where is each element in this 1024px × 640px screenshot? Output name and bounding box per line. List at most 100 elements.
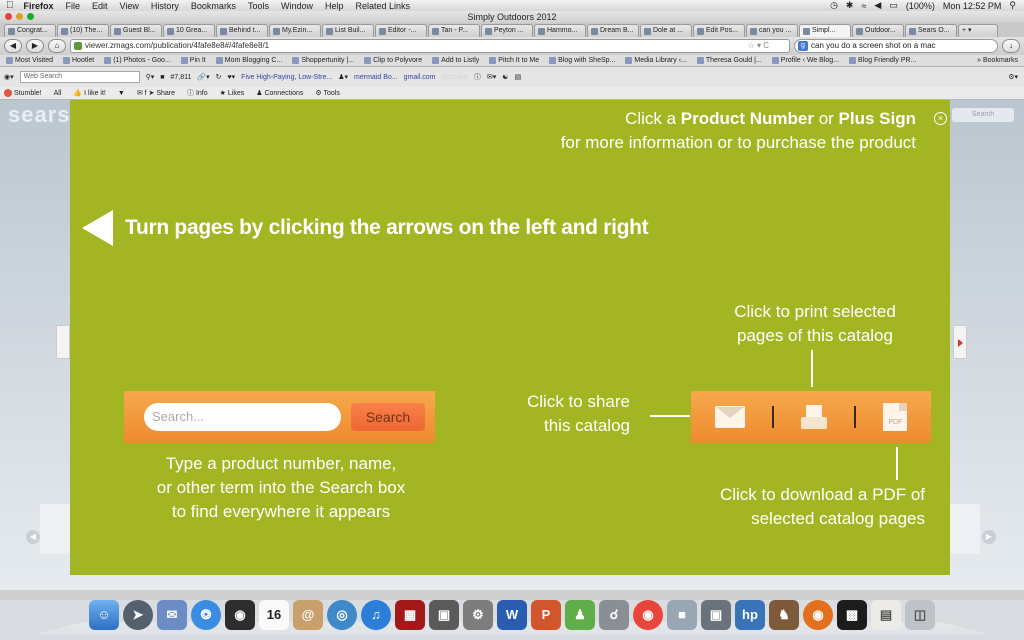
facetime-icon[interactable]: ◉ xyxy=(225,600,255,630)
apple-menu-icon[interactable]:  xyxy=(6,0,14,11)
help-overlay[interactable]: × Click a Product Number or Plus Sign fo… xyxy=(70,100,950,575)
page-icon[interactable]: ▤ xyxy=(515,73,522,81)
background-search-button[interactable]: Search xyxy=(952,108,1014,122)
word-icon[interactable]: W xyxy=(497,600,527,630)
menu-window[interactable]: Window xyxy=(281,1,313,11)
person-icon[interactable]: ♟▾ xyxy=(338,73,348,81)
next-page-arrow[interactable] xyxy=(953,325,967,359)
documents-folder-icon[interactable]: ▤ xyxy=(871,600,901,630)
launchpad-icon[interactable]: ➤ xyxy=(123,600,153,630)
tab[interactable]: (10) The... xyxy=(57,24,109,37)
link-icon[interactable]: 🔗▾ xyxy=(197,73,209,81)
stumble-button[interactable]: Stumble! xyxy=(4,89,42,97)
toolbar-search-icon[interactable]: ⚲▾ xyxy=(146,73,155,81)
menu-help[interactable]: Help xyxy=(325,1,344,11)
tab[interactable]: Editor -... xyxy=(375,24,427,37)
bookmark-item[interactable]: Hootlet xyxy=(63,57,94,64)
tab[interactable]: Tan - P... xyxy=(428,24,480,37)
bookmark-item[interactable]: Most Visited xyxy=(6,57,53,64)
tab[interactable]: Peyton ... xyxy=(481,24,533,37)
tab[interactable]: My.Ezin... xyxy=(269,24,321,37)
wifi-icon[interactable]: ≈ xyxy=(861,1,866,11)
home-button[interactable]: ⌂ xyxy=(48,39,66,53)
calendar-icon[interactable]: 16 xyxy=(259,600,289,630)
tab[interactable]: Edit Pos... xyxy=(693,24,745,37)
translate-icon[interactable]: ☯ xyxy=(502,73,508,81)
mail-stamp-icon[interactable]: ✉ xyxy=(157,600,187,630)
toolbar-logo-icon[interactable]: ◉▾ xyxy=(4,73,14,81)
bookmark-item[interactable]: (1) Photos - Goo... xyxy=(104,57,171,64)
info-icon[interactable]: ⓘ xyxy=(474,72,481,82)
tools-button[interactable]: ⚙ Tools xyxy=(315,89,339,97)
trash-icon[interactable]: ◫ xyxy=(905,600,935,630)
all-dropdown[interactable]: All xyxy=(54,90,62,97)
menu-tools[interactable]: Tools xyxy=(248,1,269,11)
tab[interactable]: Sears O... xyxy=(905,24,957,37)
tab[interactable]: Guest Bl... xyxy=(110,24,162,37)
tab[interactable]: can you ... xyxy=(746,24,798,37)
finder-icon[interactable]: ☺ xyxy=(89,600,119,630)
thumbs-down-icon[interactable]: ▼ xyxy=(118,90,125,97)
powerpoint-icon[interactable]: P xyxy=(531,600,561,630)
fire-icon[interactable]: ♥▾ xyxy=(228,73,236,81)
menu-related-links[interactable]: Related Links xyxy=(355,1,410,11)
bookmark-item[interactable]: Clip to Polyvore xyxy=(364,57,422,64)
bookmark-item[interactable]: Shoppertunity |... xyxy=(292,57,354,64)
tab[interactable]: Hammo... xyxy=(534,24,586,37)
safari-icon[interactable]: ❂ xyxy=(191,600,221,630)
preview-icon[interactable]: ■ xyxy=(667,600,697,630)
settings-icon[interactable]: ⚙▾ xyxy=(1008,73,1024,81)
share-button[interactable]: ✉ f ➤ Share xyxy=(137,89,175,97)
hp-utility-icon[interactable]: hp xyxy=(735,600,765,630)
bookmarks-menu-button[interactable]: » Bookmarks xyxy=(977,57,1024,64)
toolbar-link[interactable]: gmail.com xyxy=(404,74,436,81)
bookmark-item[interactable]: Blog Friendly PR... xyxy=(849,57,916,64)
itunes-icon[interactable]: ♫ xyxy=(361,600,391,630)
close-help-button[interactable]: × xyxy=(934,112,947,125)
bookmark-item[interactable]: Pitch It to Me xyxy=(489,57,539,64)
google-search-icon[interactable]: g xyxy=(798,41,808,51)
toolbar-link[interactable]: mermaid Bo... xyxy=(354,74,398,81)
menu-view[interactable]: View xyxy=(120,1,139,11)
bookmark-item[interactable]: Blog with SheSp... xyxy=(549,57,615,64)
bluetooth-icon[interactable]: ✱ xyxy=(846,0,854,11)
new-tab-button[interactable]: + ▾ xyxy=(958,24,998,37)
tab[interactable]: 10 Grea... xyxy=(163,24,215,37)
chrome-icon[interactable]: ◉ xyxy=(633,600,663,630)
spotlight-icon[interactable]: ⚲ xyxy=(1009,0,1016,11)
volume-icon[interactable]: ◀ xyxy=(874,0,881,11)
minimize-window-button[interactable] xyxy=(16,13,23,20)
messenger-icon[interactable]: ♟ xyxy=(565,600,595,630)
printer-icon[interactable]: ▩ xyxy=(837,600,867,630)
bookmark-item[interactable]: Pin It xyxy=(180,57,206,64)
back-button[interactable]: ◀ xyxy=(4,39,22,53)
menu-history[interactable]: History xyxy=(151,1,179,11)
firefox-icon[interactable]: ◉ xyxy=(803,600,833,630)
menu-edit[interactable]: Edit xyxy=(92,1,108,11)
bookmark-item[interactable]: Mom Blogging C... xyxy=(215,57,282,64)
tab[interactable]: Congrat... xyxy=(4,24,56,37)
connections-button[interactable]: ♟ Connections xyxy=(256,89,303,97)
bookmark-star-icon[interactable]: ☆ ▾ C xyxy=(748,40,769,52)
tab-active[interactable]: Simpl... xyxy=(799,24,851,37)
menu-bookmarks[interactable]: Bookmarks xyxy=(191,1,236,11)
tab[interactable]: Outdoor... xyxy=(852,24,904,37)
refresh-icon[interactable]: ↻ xyxy=(216,73,222,81)
bookmark-item[interactable]: Media Library ‹... xyxy=(625,57,687,64)
address-book-icon[interactable]: @ xyxy=(293,600,323,630)
chess-icon[interactable]: ♞ xyxy=(769,600,799,630)
menu-firefox[interactable]: Firefox xyxy=(24,1,54,11)
tab[interactable]: Dole at ... xyxy=(640,24,692,37)
iphoto-icon[interactable]: ▣ xyxy=(429,600,459,630)
info-button[interactable]: ⓘ Info xyxy=(187,88,208,98)
close-window-button[interactable] xyxy=(5,13,12,20)
bookmark-item[interactable]: Theresa Gould |... xyxy=(696,57,762,64)
forward-button[interactable]: ▶ xyxy=(26,39,44,53)
image-capture-icon[interactable]: ▣ xyxy=(701,600,731,630)
like-button[interactable]: 👍 I like it! xyxy=(73,89,105,97)
tab[interactable]: Behind t... xyxy=(216,24,268,37)
downloads-button[interactable]: ↓ xyxy=(1002,39,1020,53)
bookmark-item[interactable]: Profile ‹ We Blog... xyxy=(771,57,839,64)
menu-clock[interactable]: Mon 12:52 PM xyxy=(943,1,1002,11)
tab[interactable]: List Buil... xyxy=(322,24,374,37)
